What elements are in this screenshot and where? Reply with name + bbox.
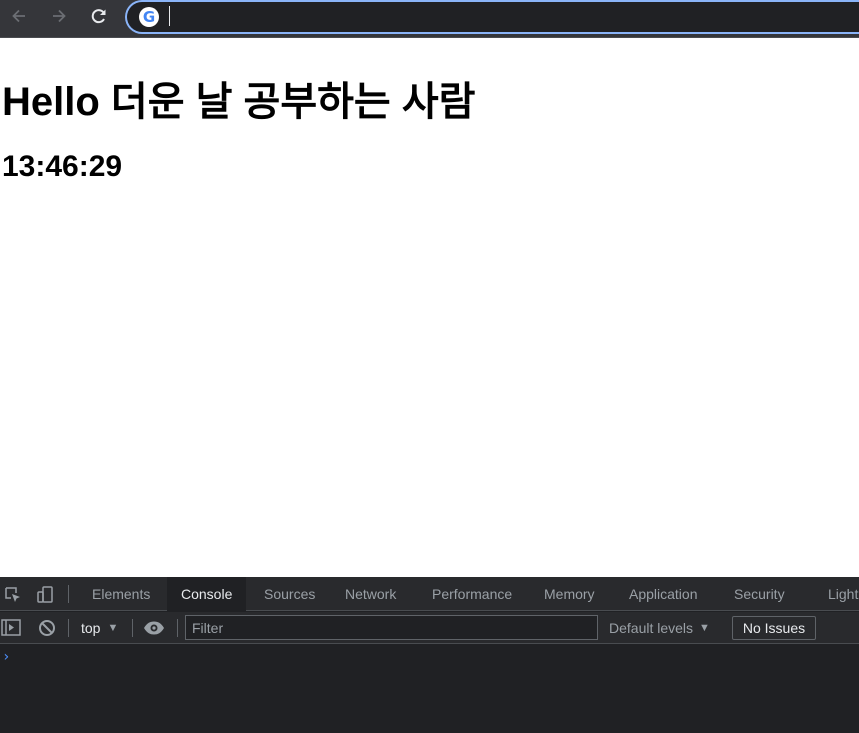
- dropdown-arrow-icon: ▼: [107, 622, 119, 634]
- device-toolbar-button[interactable]: [34, 584, 56, 606]
- toggle-sidebar-button[interactable]: [1, 617, 21, 639]
- reload-button[interactable]: [84, 3, 114, 29]
- inspect-icon: [5, 587, 20, 602]
- arrow-right-icon: [53, 9, 66, 23]
- divider: [68, 619, 69, 637]
- reload-icon: [91, 9, 106, 24]
- log-levels-label: Default levels: [609, 620, 694, 636]
- divider: [177, 619, 178, 637]
- tab-network[interactable]: Network: [331, 577, 410, 611]
- tab-application[interactable]: Application: [615, 577, 712, 611]
- clear-console-button[interactable]: [37, 617, 57, 639]
- tab-lighthouse[interactable]: Light: [814, 577, 859, 611]
- tab-elements[interactable]: Elements: [78, 577, 164, 611]
- eye-icon: [144, 621, 164, 635]
- console-filter-input[interactable]: [185, 615, 598, 640]
- address-bar[interactable]: G: [125, 0, 859, 34]
- console-toolbar: top ▼ Default levels ▼ No Issues: [0, 612, 859, 644]
- address-input[interactable]: [167, 4, 847, 30]
- context-label: top: [81, 620, 101, 636]
- devtools-panel: Elements Console Sources Network Perform…: [0, 577, 859, 733]
- page-viewport: Hello 더운 날 공부하는 사람 13:46:29: [0, 39, 859, 577]
- inspect-element-button[interactable]: [2, 584, 24, 606]
- issues-button[interactable]: No Issues: [732, 616, 816, 640]
- clock-display: 13:46:29: [2, 150, 123, 183]
- devtools-tabbar: Elements Console Sources Network Perform…: [0, 577, 859, 611]
- divider: [132, 619, 133, 637]
- tab-performance[interactable]: Performance: [418, 577, 526, 611]
- google-g-icon: G: [139, 7, 159, 27]
- page-heading: Hello 더운 날 공부하는 사람: [2, 80, 476, 124]
- back-button[interactable]: [4, 3, 34, 29]
- block-icon: [39, 620, 55, 636]
- divider: [68, 585, 69, 603]
- context-selector[interactable]: top ▼: [81, 617, 118, 639]
- device-icon: [37, 586, 53, 603]
- console-prompt-icon[interactable]: ›: [2, 649, 10, 665]
- live-expression-button[interactable]: [143, 617, 165, 639]
- tab-sources[interactable]: Sources: [250, 577, 329, 611]
- sidebar-icon: [1, 619, 21, 636]
- dropdown-arrow-icon: ▼: [699, 622, 710, 634]
- browser-toolbar: G: [0, 0, 859, 38]
- tab-security[interactable]: Security: [720, 577, 799, 611]
- forward-button[interactable]: [44, 3, 74, 29]
- tab-console[interactable]: Console: [167, 577, 247, 611]
- log-levels-dropdown[interactable]: Default levels ▼: [609, 617, 710, 639]
- arrow-left-icon: [12, 9, 25, 23]
- tab-memory[interactable]: Memory: [530, 577, 609, 611]
